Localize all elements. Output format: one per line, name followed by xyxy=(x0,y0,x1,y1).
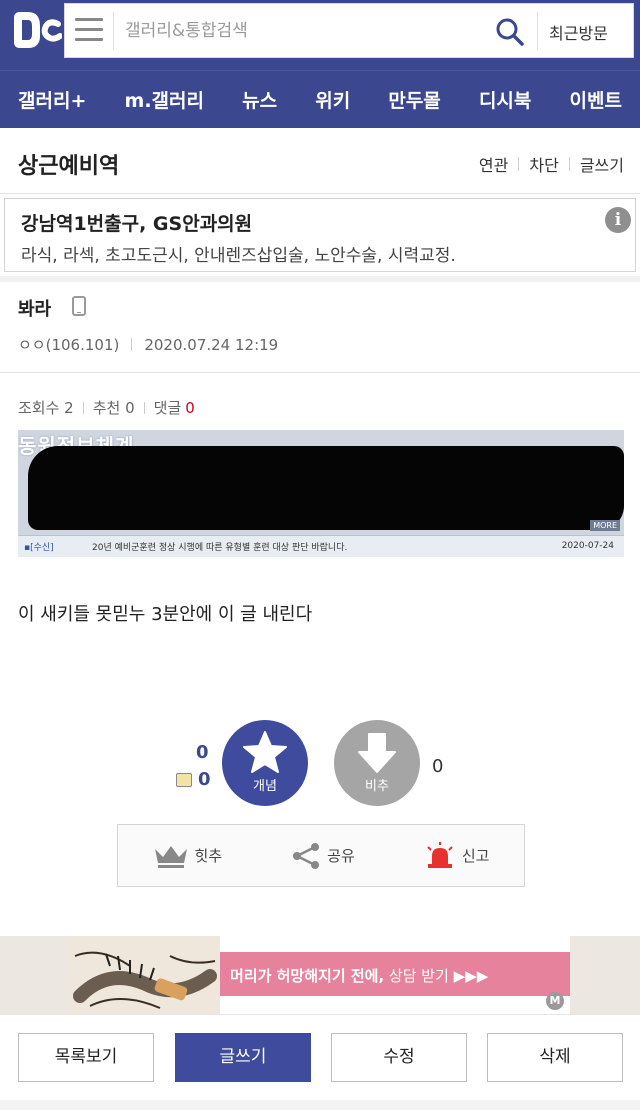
downvote-button[interactable]: 비추 xyxy=(334,720,420,806)
hairbrush-image xyxy=(70,936,220,1014)
share-label: 공유 xyxy=(327,847,355,865)
image-tag: ▪[수신] xyxy=(24,543,54,553)
ad-title: 강남역1번출구, GS안과의원 xyxy=(21,213,253,235)
downvote-count: 0 xyxy=(432,756,444,777)
share-icon xyxy=(293,842,320,869)
post-meta: ㅇㅇ(106.101) 2020.07.24 12:19 xyxy=(18,334,278,355)
post-actions: 힛추 공유 신고 xyxy=(117,824,525,887)
post-body: 이 새키들 못믿누 3분안에 이 글 내린다 xyxy=(18,604,313,625)
nav-item-wiki[interactable]: 위키 xyxy=(315,86,350,113)
post-datetime: 2020.07.24 12:19 xyxy=(144,335,279,354)
write-link[interactable]: 글쓰기 xyxy=(580,152,624,176)
banner-text: 머리가 허망해지기 전에, 상담 받기 ▶▶▶ xyxy=(230,967,489,985)
gallery-title[interactable]: 상근예비역 xyxy=(18,148,119,180)
upvote-button[interactable]: 개념 xyxy=(222,720,308,806)
nav-item-m-gallery[interactable]: m.갤러리 xyxy=(125,86,204,113)
search-input[interactable] xyxy=(125,14,485,48)
nav-item-event[interactable]: 이벤트 xyxy=(570,86,622,113)
image-caption: 20년 예비군훈련 정상 시행에 따른 유형별 훈련 대상 판단 바랍니다. xyxy=(92,543,348,553)
star-icon xyxy=(243,731,287,773)
image-more-label: MORE xyxy=(590,520,620,531)
down-arrow-icon xyxy=(358,733,396,773)
image-footer: ▪[수신] 20년 예비군훈련 정상 시행에 따른 유형별 훈련 대상 판단 바… xyxy=(18,535,624,557)
upvote-label: 개념 xyxy=(253,779,277,794)
menu-icon[interactable] xyxy=(75,18,103,44)
fixed-upvote-icon xyxy=(176,773,192,787)
divider xyxy=(0,372,640,373)
comment-count[interactable]: 0 xyxy=(185,399,195,417)
nav-item-gallery-plus[interactable]: 갤러리+ xyxy=(18,86,86,113)
write-button[interactable]: 글쓰기 xyxy=(175,1033,311,1082)
edit-button[interactable]: 수정 xyxy=(331,1033,467,1082)
view-count: 조회수 2 xyxy=(18,399,74,417)
hit-recommend-button[interactable]: 힛추 xyxy=(153,843,223,869)
report-button[interactable]: 신고 xyxy=(424,841,490,870)
nav-item-mandumall[interactable]: 만두몰 xyxy=(388,86,440,113)
gallery-links: 연관 차단 글쓰기 xyxy=(479,152,624,176)
ad-badge: M xyxy=(546,992,564,1010)
upvote-count: 0 xyxy=(196,742,209,763)
post-author[interactable]: ㅇㅇ(106.101) xyxy=(18,334,119,355)
post-title: 봐라 xyxy=(18,299,52,320)
fixed-upvote-count: 0 xyxy=(198,769,211,790)
recent-visits-button[interactable]: 최근방문 xyxy=(549,20,608,44)
search-icon[interactable] xyxy=(495,17,525,47)
crown-icon xyxy=(154,845,187,868)
info-icon[interactable]: i xyxy=(605,207,631,233)
downvote-label: 비추 xyxy=(365,779,389,794)
list-button[interactable]: 목록보기 xyxy=(18,1033,154,1082)
share-button[interactable]: 공유 xyxy=(291,842,355,870)
gallery-header: 상근예비역 연관 차단 글쓰기 xyxy=(0,128,640,194)
banner-ad[interactable]: 머리가 허망해지기 전에, 상담 받기 ▶▶▶ M xyxy=(70,936,570,1014)
comment-label[interactable]: 댓글 xyxy=(154,397,182,418)
nav-item-news[interactable]: 뉴스 xyxy=(242,86,277,113)
delete-button[interactable]: 삭제 xyxy=(487,1033,623,1082)
dc-logo-icon[interactable] xyxy=(6,6,62,56)
text-ad[interactable]: 강남역1번출구, GS안과의원 라식, 라섹, 초고도근시, 안내렌즈삽입술, … xyxy=(4,198,636,272)
ad-description: 라식, 라섹, 초고도근시, 안내렌즈삽입술, 노안수술, 시력교정. xyxy=(21,246,456,266)
block-link[interactable]: 차단 xyxy=(529,152,558,176)
nav-item-dcbook[interactable]: 디시북 xyxy=(479,86,531,113)
related-link[interactable]: 연관 xyxy=(479,152,508,176)
report-label: 신고 xyxy=(461,847,490,865)
post-image[interactable]: 동원정보체계 MORE ▪[수신] 20년 예비군훈련 정상 시행에 따른 유형… xyxy=(18,430,624,557)
redaction-block xyxy=(28,446,624,530)
bottom-button-bar: 목록보기 글쓰기 수정 삭제 xyxy=(0,1014,640,1110)
mobile-icon xyxy=(72,296,86,316)
divider xyxy=(0,1100,640,1110)
image-date: 2020-07-24 xyxy=(561,541,614,551)
search-box: 최근방문 xyxy=(64,3,634,58)
divider xyxy=(0,276,640,282)
post-stats: 조회수 2 추천 0 댓글 0 xyxy=(18,397,195,418)
hit-label: 힛추 xyxy=(194,847,223,865)
top-bar: 최근방문 xyxy=(0,0,640,70)
siren-icon xyxy=(427,841,453,868)
recommend-count: 추천 0 xyxy=(92,399,135,417)
main-nav: 갤러리+ m.갤러리 뉴스 위키 만두몰 디시북 이벤트 xyxy=(0,70,640,128)
